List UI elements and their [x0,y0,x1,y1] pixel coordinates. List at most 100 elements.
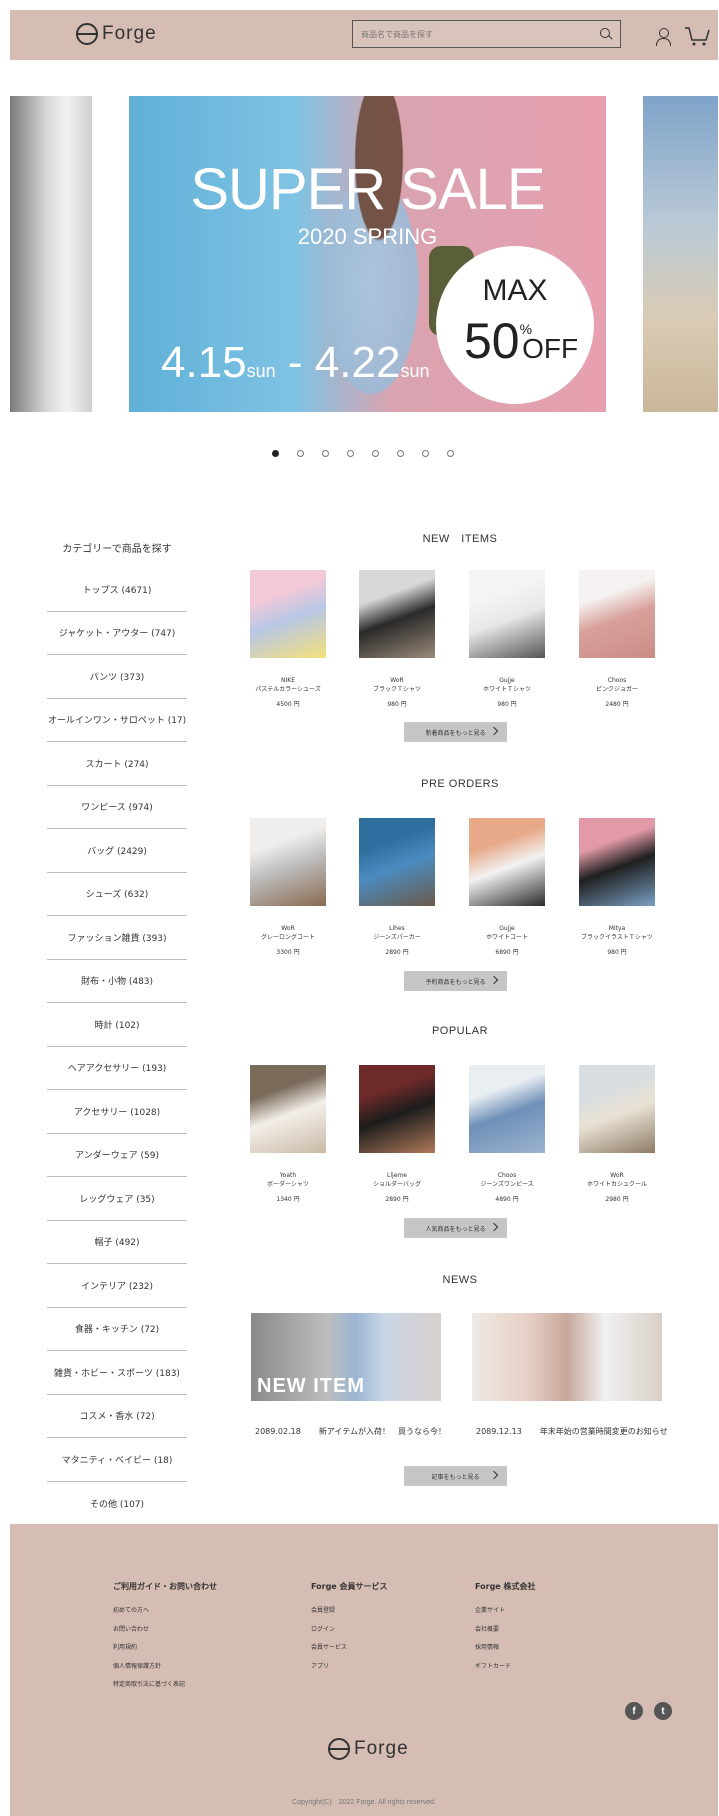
category-item[interactable]: 財布・小物 (483) [47,960,187,1003]
category-item[interactable]: ジャケット・アウター (747) [47,612,187,655]
news-more-button[interactable]: 記事をもっと見る [404,1466,507,1486]
product-card[interactable]: Choos ピンクジョガー 2480 円 [579,570,655,709]
category-item[interactable]: 時計 (102) [47,1003,187,1047]
news-image-2[interactable] [472,1313,662,1401]
search-icon[interactable] [600,28,612,40]
category-item[interactable]: 雑貨・ホビー・スポーツ (183) [47,1351,187,1395]
product-image[interactable] [250,1065,326,1153]
product-name: ピンクジョガー [595,686,638,693]
search-bar[interactable] [352,20,621,48]
footer-link[interactable]: 企業サイト [475,1602,536,1621]
footer-link[interactable]: アプリ [311,1658,388,1677]
carousel-dot[interactable] [397,450,404,457]
footer-logo[interactable]: Forge [328,1738,409,1760]
product-card[interactable]: WoR グレーロングコート 3300 円 [250,818,326,957]
product-card[interactable]: Lihes ジーンズパーカー 2890 円 [359,818,435,957]
product-card[interactable]: Yoath ボーダーシャツ 1340 円 [250,1065,326,1204]
news-item-2[interactable]: 2089.12.13 年末年始の営業時間変更のお知らせ [476,1426,668,1437]
category-item[interactable]: スカート (274) [47,742,187,786]
product-card[interactable]: Gujje ホワイトＴシャツ 980 円 [469,570,545,709]
chevron-right-icon [489,1470,499,1480]
footer-link[interactable]: 採用情報 [475,1639,536,1658]
category-item[interactable]: コスメ・香水 (72) [47,1395,187,1438]
product-image[interactable] [579,818,655,906]
category-item[interactable]: インテリア (232) [47,1264,187,1308]
popular-more-button[interactable]: 人気商品をもっと見る [404,1218,507,1238]
category-item[interactable]: マタニティ・ベイビー (18) [47,1438,187,1482]
category-item[interactable]: ヘアアクセサリー (193) [47,1047,187,1090]
product-price: 6890 円 [495,949,519,956]
category-item[interactable]: 帽子 (492) [47,1221,187,1264]
product-image[interactable] [469,1065,545,1153]
footer-link[interactable]: 利用規約 [113,1639,217,1658]
search-input[interactable] [361,29,581,39]
footer-link[interactable]: 会員登録 [311,1602,388,1621]
category-item[interactable]: アクセサリー (1028) [47,1090,187,1134]
category-item[interactable]: 食器・キッチン (72) [47,1308,187,1351]
hero-banner[interactable]: SUPER SALE 2020 SPRING 4.15sun - 4.22sun… [129,96,606,412]
category-item[interactable]: アンダーウェア (59) [47,1134,187,1177]
category-item[interactable]: パンツ (373) [47,655,187,699]
user-icon[interactable] [656,28,671,46]
product-image[interactable] [359,570,435,658]
product-card[interactable]: WoR ホワイトカシュクール 2980 円 [579,1065,655,1204]
product-card[interactable]: Mitya ブラックイラストＴシャツ 980 円 [579,818,655,957]
product-card[interactable]: Lljeme ショルダーバッグ 2890 円 [359,1065,435,1204]
footer-link[interactable]: ログイン [311,1621,388,1640]
category-item[interactable]: レッグウェア (35) [47,1177,187,1221]
category-item[interactable]: バッグ (2429) [47,829,187,873]
product-brand: NIKE [281,677,295,684]
footer-link[interactable]: 会員サービス [311,1639,388,1658]
footer-link[interactable]: 特定商取引法に基づく表記 [113,1676,217,1695]
category-item[interactable]: トップス (4671) [47,568,187,612]
badge-value: 50%OFF [464,312,578,370]
carousel-dot[interactable] [447,450,454,457]
new-items-more-button[interactable]: 新着商品をもっと見る [404,722,507,742]
footer-link[interactable]: 会社概要 [475,1621,536,1640]
carousel-dot[interactable] [272,450,279,457]
product-card[interactable]: WoR ブラックＴシャツ 980 円 [359,570,435,709]
pre-orders-more-button[interactable]: 予約商品をもっと見る [404,971,507,991]
cart-icon[interactable] [684,26,710,46]
product-price: 2980 円 [605,1196,629,1203]
hero-subtitle: 2020 SPRING [297,224,438,249]
product-image[interactable] [250,818,326,906]
product-image[interactable] [469,818,545,906]
product-name: パステルカラーシューズ [255,686,321,693]
twitter-icon[interactable]: t [654,1702,672,1720]
product-card[interactable]: Gujje ホワイトコート 6890 円 [469,818,545,957]
product-brand: WoR [610,1172,624,1179]
product-image[interactable] [469,570,545,658]
category-item[interactable]: ワンピース (974) [47,786,187,829]
product-image[interactable] [250,570,326,658]
news-item-1[interactable]: 2089.02.18 新アイテムが入荷！ 買うなら今！ [255,1426,446,1437]
product-card[interactable]: NIKE パステルカラーシューズ 4500 円 [250,570,326,709]
carousel-dot[interactable] [372,450,379,457]
category-item[interactable]: その他 (107) [47,1482,187,1526]
carousel-next-slide[interactable] [643,96,718,412]
carousel-dot[interactable] [322,450,329,457]
chevron-right-icon [489,975,499,985]
category-item[interactable]: ファッション雑貨 (393) [47,916,187,960]
product-name: ホワイトカシュクール [586,1181,647,1188]
footer-link[interactable]: 個人情報保護方針 [113,1658,217,1677]
carousel-prev-slide[interactable] [10,96,92,412]
product-image[interactable] [579,570,655,658]
footer-column-member: Forge 会員サービス 会員登録 ログイン 会員サービス アプリ [311,1581,388,1676]
product-image[interactable] [579,1065,655,1153]
footer-link[interactable]: お問い合わせ [113,1621,217,1640]
carousel-dot[interactable] [422,450,429,457]
news-date: 2089.12.13 [476,1427,522,1436]
category-item[interactable]: オールインワン・サロペット (17) [47,699,187,742]
footer-link[interactable]: ギフトカード [475,1658,536,1677]
facebook-icon[interactable]: f [625,1702,643,1720]
category-item[interactable]: シューズ (632) [47,873,187,916]
news-image-1[interactable]: NEW ITEM [251,1313,441,1401]
product-card[interactable]: Choos ジーンズワンピース 4890 円 [469,1065,545,1204]
product-image[interactable] [359,1065,435,1153]
product-image[interactable] [359,818,435,906]
footer-link[interactable]: 初めての方へ [113,1602,217,1621]
site-logo[interactable]: Forge [76,23,157,45]
carousel-dot[interactable] [297,450,304,457]
carousel-dot[interactable] [347,450,354,457]
